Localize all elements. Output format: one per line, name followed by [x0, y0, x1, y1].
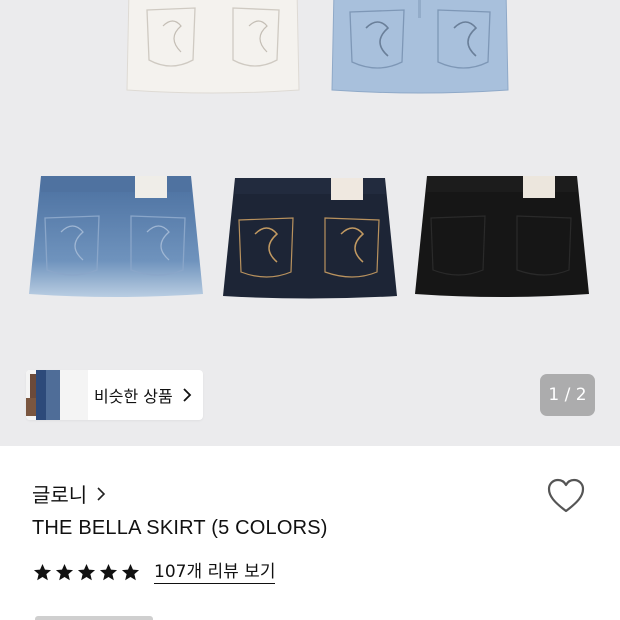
image-pager-badge: 1 / 2	[540, 374, 595, 416]
brand-link[interactable]: 글로니	[32, 479, 106, 508]
similar-products-button[interactable]: 비슷한 상품	[26, 370, 203, 420]
star-rating	[33, 563, 143, 582]
star-icon	[121, 563, 140, 581]
price-placeholder	[35, 616, 153, 620]
star-icon	[55, 563, 74, 581]
chevron-right-icon	[183, 388, 191, 402]
review-link[interactable]: 107개 리뷰 보기	[154, 561, 276, 584]
product-image-light-blue-skirt	[330, 0, 510, 95]
similar-products-label: 비슷한 상품	[94, 387, 173, 406]
star-icon	[77, 563, 96, 581]
product-title: THE BELLA SKIRT (5 COLORS)	[32, 517, 328, 539]
product-image-white-skirt	[125, 0, 301, 95]
price-row-peek	[0, 612, 620, 620]
product-image-gallery[interactable]: 비슷한 상품 1 / 2	[0, 0, 620, 446]
similar-products-thumbnail	[26, 370, 88, 420]
star-icon	[33, 563, 52, 581]
product-image-dark-indigo-skirt	[221, 176, 399, 300]
brand-name: 글로니	[32, 483, 88, 507]
star-icon	[99, 563, 118, 581]
rating-row: 107개 리뷰 보기	[33, 561, 276, 584]
product-image-black-skirt	[413, 174, 591, 299]
product-image-medium-blue-skirt	[27, 174, 205, 299]
heart-icon[interactable]	[546, 477, 586, 515]
chevron-right-icon	[97, 486, 106, 501]
